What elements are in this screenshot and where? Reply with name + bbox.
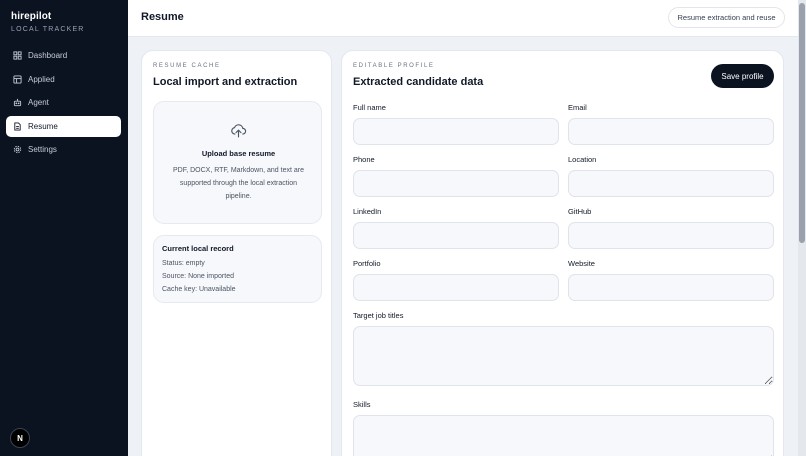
profile-title: Extracted candidate data [353,76,484,88]
document-icon [12,121,22,131]
table-icon [12,74,22,84]
robot-icon [12,98,22,108]
app-name: hirepilot [11,11,52,22]
github-input[interactable] [568,222,774,249]
skills-textarea[interactable] [353,415,774,456]
phone-label: Phone [353,155,375,164]
resume-cache-eyebrow: RESUME CACHE [153,63,221,69]
target-titles-label: Target job titles [353,311,404,320]
record-status: Status: empty [162,260,205,267]
sidebar-item-label: Agent [28,98,49,107]
website-input[interactable] [568,274,774,301]
top-header: Resume Resume extraction and reuse [128,0,806,37]
skills-label: Skills [353,400,371,409]
full-name-label: Full name [353,103,386,112]
sidebar-item-label: Applied [28,74,55,84]
target-titles-textarea[interactable] [353,326,774,386]
portfolio-label: Portfolio [353,259,381,268]
location-input[interactable] [568,170,774,197]
resume-extraction-pill[interactable]: Resume extraction and reuse [668,7,785,28]
current-record-panel: Current local record Status: empty Sourc… [153,235,322,303]
upload-dropzone[interactable]: Upload base resume PDF, DOCX, RTF, Markd… [153,101,322,224]
linkedin-input[interactable] [353,222,559,249]
dashboard-icon [12,51,22,61]
email-input[interactable] [568,118,774,145]
sidebar-item-label: Dashboard [28,51,68,60]
upload-description: PDF, DOCX, RTF, Markdown, and text are s… [173,167,304,200]
phone-input[interactable] [353,170,559,197]
app-subtitle: LOCAL TRACKER [11,26,85,33]
gear-icon [12,145,22,155]
sidebar-item-resume[interactable]: Resume [6,115,121,137]
record-cache-key: Cache key: Unavailable [162,286,236,293]
page-scrollbar[interactable] [798,0,806,456]
record-source: Source: None imported [162,273,234,280]
sidebar-item-settings[interactable]: Settings [6,139,121,160]
website-label: Website [568,259,595,268]
resume-cache-title: Local import and extraction [153,76,298,88]
upload-title: Upload base resume [201,149,276,158]
sidebar-item-label: Resume [28,121,58,131]
sidebar-item-agent[interactable]: Agent [6,92,121,113]
linkedin-label: LinkedIn [353,207,382,216]
save-profile-button[interactable]: Save profile [711,64,774,88]
email-label: Email [568,103,587,112]
profile-eyebrow: EDITABLE PROFILE [353,63,435,69]
portfolio-input[interactable] [353,274,559,301]
cloud-upload-icon [231,124,247,138]
record-title: Current local record [162,244,234,253]
sidebar-item-label: Settings [28,145,57,154]
resume-cache-card: RESUME CACHE Local import and extraction… [141,50,332,456]
sidebar-item-applied[interactable]: Applied [6,69,121,90]
scrollbar-thumb[interactable] [799,3,805,243]
sidebar-item-dashboard[interactable]: Dashboard [6,45,121,66]
location-label: Location [568,155,597,164]
page-title: Resume [141,11,184,23]
editable-profile-card: EDITABLE PROFILE Extracted candidate dat… [341,50,784,456]
avatar[interactable]: N [10,428,30,448]
sidebar-nav: Dashboard Applied Agent Resume Settings [6,45,121,163]
github-label: GitHub [568,207,592,216]
sidebar: hirepilot LOCAL TRACKER Dashboard Applie… [0,0,128,456]
full-name-input[interactable] [353,118,559,145]
